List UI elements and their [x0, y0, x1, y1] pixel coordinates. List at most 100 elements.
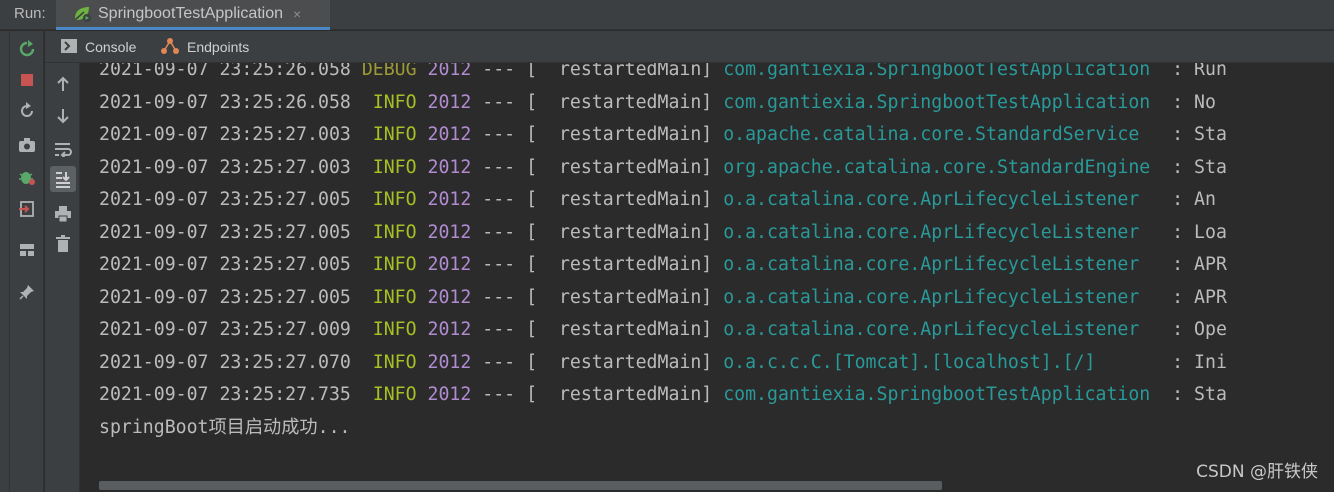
log-line: 2021-09-07 23:25:27.070 INFO 2012 --- [ …: [99, 347, 1227, 380]
horizontal-scrollbar[interactable]: [99, 481, 942, 490]
spring-run-icon: [72, 4, 94, 24]
log-thread: [ restartedMain]: [526, 286, 713, 308]
log-level: INFO: [361, 254, 417, 275]
log-pid: 2012: [427, 63, 472, 80]
log-line: 2021-09-07 23:25:27.735 INFO 2012 --- [ …: [99, 379, 1227, 412]
endpoints-icon: [161, 37, 179, 58]
console-output[interactable]: 2021-09-07 23:25:26.058 DEBUG 2012 --- […: [81, 63, 1334, 492]
log-timestamp: 2021-09-07 23:25:27.003: [99, 124, 351, 145]
log-message: : Sta: [1150, 384, 1227, 405]
log-separator: ---: [482, 254, 516, 275]
log-separator: ---: [482, 124, 516, 145]
log-thread: [ restartedMain]: [526, 319, 713, 340]
log-thread: [ restartedMain]: [526, 91, 713, 113]
log-thread: [ restartedMain]: [526, 254, 713, 275]
log-message: : Ini: [1150, 351, 1227, 373]
restore-icon[interactable]: [15, 99, 39, 123]
log-message: : Ope: [1150, 319, 1227, 340]
log-thread: [ restartedMain]: [526, 351, 713, 373]
log-separator: ---: [482, 156, 516, 178]
log-logger: com.gantiexia.SpringbootTestApplication: [723, 91, 1151, 113]
log-level: INFO: [361, 319, 417, 340]
log-separator: ---: [482, 384, 516, 405]
scroll-to-end-icon[interactable]: [50, 166, 76, 192]
log-line: 2021-09-07 23:25:27.005 INFO 2012 --- [ …: [99, 184, 1227, 217]
console-toolbar: [45, 63, 80, 492]
log-pid: 2012: [427, 319, 472, 340]
log-logger: o.a.c.c.C.[Tomcat].[localhost].[/]: [723, 351, 1151, 373]
log-pid: 2012: [427, 156, 472, 178]
log-pid: 2012: [427, 189, 472, 210]
print-icon[interactable]: [50, 201, 76, 227]
log-pid: 2012: [427, 286, 472, 308]
log-level: INFO: [361, 384, 417, 405]
stop-icon[interactable]: [15, 68, 39, 92]
run-label: Run:: [14, 5, 46, 22]
log-timestamp: 2021-09-07 23:25:27.735: [99, 384, 351, 405]
log-timestamp: 2021-09-07 23:25:27.070: [99, 351, 351, 373]
log-message: : APR: [1150, 286, 1227, 308]
trash-icon[interactable]: [50, 231, 76, 257]
up-arrow-icon[interactable]: [50, 71, 76, 97]
log-pid: 2012: [427, 221, 472, 243]
log-level: INFO: [361, 286, 417, 308]
pin-icon[interactable]: [15, 280, 39, 304]
log-logger: org.apache.catalina.core.StandardEngine: [723, 156, 1151, 178]
log-line: 2021-09-07 23:25:27.003 INFO 2012 --- [ …: [99, 119, 1227, 152]
log-separator: ---: [482, 319, 516, 340]
log-separator: ---: [482, 63, 516, 80]
log-line: 2021-09-07 23:25:27.003 INFO 2012 --- [ …: [99, 152, 1227, 185]
log-thread: [ restartedMain]: [526, 156, 713, 178]
debug-icon[interactable]: [15, 165, 39, 189]
log-timestamp: 2021-09-07 23:25:26.058: [99, 63, 351, 80]
log-timestamp: 2021-09-07 23:25:27.005: [99, 189, 351, 210]
screenshot-icon[interactable]: [15, 133, 39, 157]
log-thread: [ restartedMain]: [526, 63, 713, 80]
run-toolbar: Run: SpringbootTestApplication ×: [0, 0, 1334, 30]
log-line: 2021-09-07 23:25:26.058 INFO 2012 --- [ …: [99, 87, 1227, 120]
log-level: INFO: [361, 91, 417, 113]
log-logger: o.a.catalina.core.AprLifecycleListener: [723, 221, 1151, 243]
close-tab-icon[interactable]: ×: [293, 6, 301, 22]
log-logger: o.apache.catalina.core.StandardService: [723, 124, 1151, 145]
log-level: INFO: [361, 124, 417, 145]
log-message: : Sta: [1150, 124, 1227, 145]
soft-wrap-icon[interactable]: [50, 136, 76, 162]
log-thread: [ restartedMain]: [526, 124, 713, 145]
log-level: INFO: [361, 156, 417, 178]
startup-message: springBoot项目启动成功...: [99, 416, 351, 438]
log-logger: o.a.catalina.core.AprLifecycleListener: [723, 286, 1151, 308]
log-message: : Run: [1150, 63, 1227, 80]
log-timestamp: 2021-09-07 23:25:27.003: [99, 156, 351, 178]
log-logger: o.a.catalina.core.AprLifecycleListener: [723, 189, 1151, 210]
log-timestamp: 2021-09-07 23:25:27.009: [99, 319, 351, 340]
tab-endpoints[interactable]: Endpoints: [161, 31, 249, 63]
rerun-icon[interactable]: [15, 37, 39, 61]
log-logger: com.gantiexia.SpringbootTestApplication: [723, 63, 1151, 80]
log-timestamp: 2021-09-07 23:25:27.005: [99, 221, 351, 243]
exit-icon[interactable]: [15, 197, 39, 221]
log-level: DEBUG: [361, 63, 417, 80]
log-pid: 2012: [427, 351, 472, 373]
log-separator: ---: [482, 91, 516, 113]
log-timestamp: 2021-09-07 23:25:27.005: [99, 254, 351, 275]
run-tab-springboot[interactable]: SpringbootTestApplication ×: [56, 0, 330, 30]
tab-endpoints-label: Endpoints: [187, 39, 250, 55]
log-thread: [ restartedMain]: [526, 189, 713, 210]
log-line: 2021-09-07 23:25:27.005 INFO 2012 --- [ …: [99, 282, 1227, 315]
tab-console[interactable]: Console: [61, 31, 136, 63]
log-message: : APR: [1150, 254, 1227, 275]
run-actions-toolbar: [10, 31, 44, 492]
log-logger: o.a.catalina.core.AprLifecycleListener: [723, 254, 1151, 275]
layout-icon[interactable]: [15, 238, 39, 262]
log-pid: 2012: [427, 254, 472, 275]
side-tool-stripe: [0, 31, 10, 492]
log-separator: ---: [482, 189, 516, 210]
down-arrow-icon[interactable]: [50, 103, 76, 129]
log-line: 2021-09-07 23:25:27.005 INFO 2012 --- [ …: [99, 249, 1227, 282]
log-level: INFO: [361, 189, 417, 210]
log-message: : An: [1150, 189, 1227, 210]
log-thread: [ restartedMain]: [526, 384, 713, 405]
log-line: 2021-09-07 23:25:27.005 INFO 2012 --- [ …: [99, 217, 1227, 250]
log-logger: com.gantiexia.SpringbootTestApplication: [723, 384, 1151, 405]
